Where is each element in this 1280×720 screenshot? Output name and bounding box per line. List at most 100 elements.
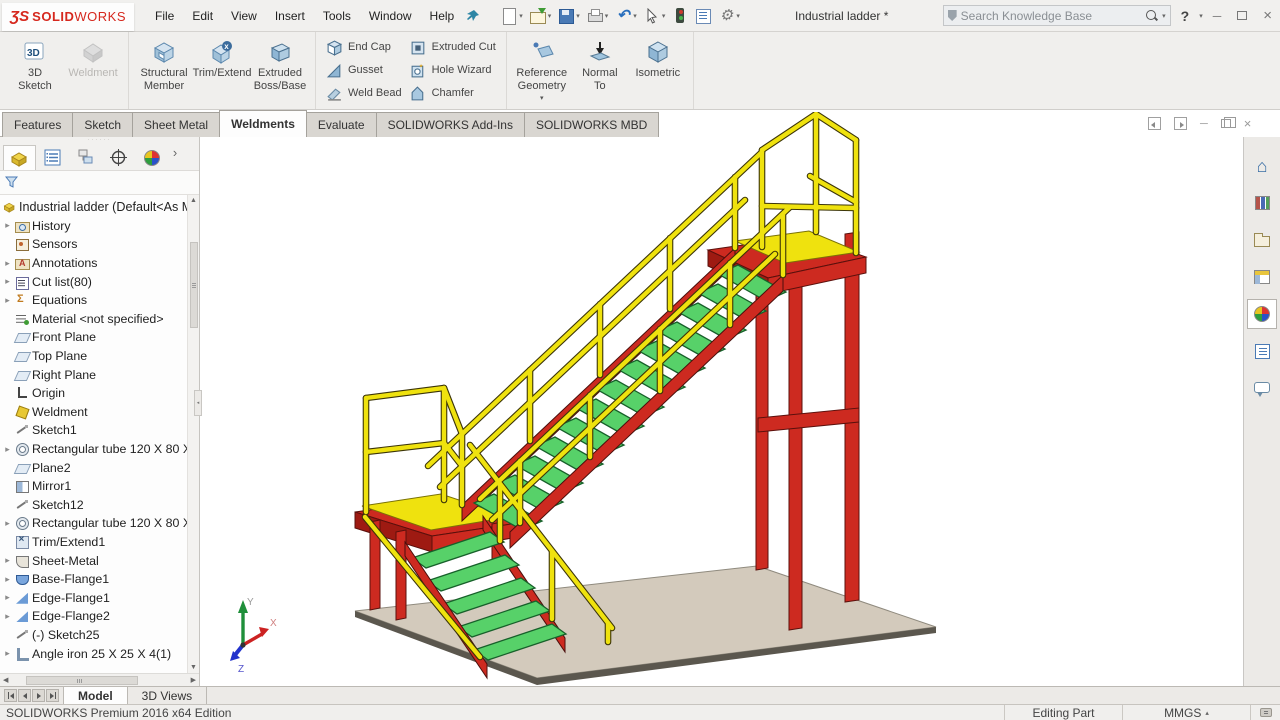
pin-menu-icon[interactable] xyxy=(465,8,481,24)
tree-item-sheet-metal[interactable]: ▸Sheet-Metal xyxy=(0,551,187,570)
tree-item-right-plane[interactable]: Right Plane xyxy=(0,365,187,384)
tree-item-equations[interactable]: ▸Equations xyxy=(0,291,187,310)
menu-window[interactable]: Window xyxy=(360,4,421,28)
last-tab-button[interactable] xyxy=(46,689,59,702)
tree-filter-row[interactable] xyxy=(0,171,199,195)
scroll-left-icon[interactable]: ◀ xyxy=(3,676,8,684)
scroll-down-icon[interactable]: ▼ xyxy=(190,664,197,671)
reference-geometry-caret-icon[interactable]: ▾ xyxy=(540,94,544,102)
new-document-button[interactable]: ▾ xyxy=(499,7,525,25)
tree-horizontal-scrollbar[interactable]: ◀ ▶ xyxy=(0,673,199,686)
expand-arrow-icon[interactable]: ▸ xyxy=(3,276,12,287)
tab-solidworks-add-ins[interactable]: SOLIDWORKS Add-Ins xyxy=(376,112,525,137)
tree-item-top-plane[interactable]: Top Plane xyxy=(0,347,187,366)
tab-solidworks-mbd[interactable]: SOLIDWORKS MBD xyxy=(524,112,659,137)
tree-item-origin[interactable]: Origin xyxy=(0,384,187,403)
tree-item-cut-list[interactable]: ▸Cut list(80) xyxy=(0,272,187,291)
quick-tips-cell[interactable] xyxy=(1250,705,1280,720)
model-tab[interactable]: Model xyxy=(63,687,128,704)
isometric-button[interactable]: Isometric xyxy=(629,36,687,80)
options-button[interactable]: ⚙▾ xyxy=(716,7,742,25)
tree-item-front-plane[interactable]: Front Plane xyxy=(0,328,187,347)
tree-item-base-flange1[interactable]: ▸Base-Flange1 xyxy=(0,570,187,589)
tree-item-trim-extend1[interactable]: Trim/Extend1 xyxy=(0,533,187,552)
tree-item-weldment[interactable]: Weldment xyxy=(0,403,187,422)
menu-edit[interactable]: Edit xyxy=(183,4,222,28)
menu-tools[interactable]: Tools xyxy=(314,4,360,28)
next-tab-button[interactable] xyxy=(32,689,45,702)
propertymanager-tab[interactable] xyxy=(36,145,69,170)
hole-wizard-button[interactable]: * Hole Wizard xyxy=(410,60,496,80)
reference-geometry-button[interactable]: ReferenceGeometry ▾ xyxy=(513,36,571,102)
tab-weldments[interactable]: Weldments xyxy=(219,110,307,137)
view-settings-button[interactable] xyxy=(693,7,713,25)
restore-button[interactable] xyxy=(1237,11,1247,20)
normal-to-button[interactable]: NormalTo xyxy=(571,36,629,93)
close-button[interactable]: × xyxy=(1263,7,1272,24)
trim-extend-button[interactable]: x Trim/Extend xyxy=(193,36,251,80)
weld-bead-button[interactable]: Weld Bead xyxy=(326,83,402,103)
collapse-pane-right-icon[interactable] xyxy=(1174,117,1187,130)
menu-help[interactable]: Help xyxy=(421,4,464,28)
tab-features[interactable]: Features xyxy=(2,112,73,137)
scroll-up-icon[interactable]: ▲ xyxy=(190,197,197,204)
tree-item-plane2[interactable]: Plane2 xyxy=(0,458,187,477)
chamfer-button[interactable]: Chamfer xyxy=(410,83,496,103)
doc-restore-icon[interactable] xyxy=(1221,119,1231,128)
home-button[interactable]: ⌂ xyxy=(1247,151,1277,181)
print-button[interactable]: ▾ xyxy=(585,7,611,25)
expand-arrow-icon[interactable]: ▸ xyxy=(3,295,12,306)
custom-properties-button[interactable] xyxy=(1247,336,1277,366)
knowledge-search[interactable]: Search Knowledge Base ▾ xyxy=(943,5,1171,26)
scroll-right-icon[interactable]: ▶ xyxy=(191,676,196,684)
minimize-button[interactable]: ─ xyxy=(1213,9,1222,23)
rebuild-button[interactable] xyxy=(670,7,690,25)
tree-item-annotations[interactable]: ▸Annotations xyxy=(0,254,187,273)
first-tab-button[interactable] xyxy=(4,689,17,702)
menu-view[interactable]: View xyxy=(222,4,266,28)
expand-arrow-icon[interactable]: ▸ xyxy=(3,518,12,529)
tree-item-angle-iron[interactable]: ▸Angle iron 25 X 25 X 4(1) xyxy=(0,644,187,663)
dimxpertmanager-tab[interactable] xyxy=(102,145,135,170)
panel-grip[interactable]: ······ xyxy=(0,137,199,145)
tree-root[interactable]: Industrial ladder (Default<As Ma xyxy=(0,198,187,217)
doc-close-icon[interactable]: × xyxy=(1244,116,1252,131)
gusset-button[interactable]: Gusset xyxy=(326,60,402,80)
expand-arrow-icon[interactable]: ▸ xyxy=(3,648,12,659)
model-viewport[interactable]: Y X Z xyxy=(200,112,1243,686)
tab-sketch[interactable]: Sketch xyxy=(72,112,133,137)
menu-file[interactable]: File xyxy=(146,4,183,28)
doc-minimize-icon[interactable]: ─ xyxy=(1200,118,1208,130)
tree-item-mirror1[interactable]: Mirror1 xyxy=(0,477,187,496)
3d-views-tab[interactable]: 3D Views xyxy=(128,687,207,704)
configurationmanager-tab[interactable] xyxy=(69,145,102,170)
3d-sketch-button[interactable]: 3D 3DSketch xyxy=(6,36,64,93)
appearances-button[interactable] xyxy=(1247,299,1277,329)
expand-arrow-icon[interactable]: ▸ xyxy=(3,258,12,269)
prev-tab-button[interactable] xyxy=(18,689,31,702)
tree-item-history[interactable]: ▸History xyxy=(0,217,187,236)
tree-item-edge-flange2[interactable]: ▸Edge-Flange2 xyxy=(0,607,187,626)
horizontal-scroll-thumb[interactable] xyxy=(26,676,138,685)
expand-arrow-icon[interactable]: ▸ xyxy=(3,592,12,603)
search-icon[interactable] xyxy=(1145,9,1158,22)
help-button[interactable]: ? xyxy=(1181,8,1190,24)
tab-evaluate[interactable]: Evaluate xyxy=(306,112,377,137)
view-palette-button[interactable] xyxy=(1247,262,1277,292)
expand-arrow-icon[interactable]: ▸ xyxy=(3,574,12,585)
expand-arrow-icon[interactable]: ▸ xyxy=(3,555,12,566)
open-button[interactable]: ▾ xyxy=(528,7,554,25)
tree-item-edge-flange1[interactable]: ▸Edge-Flange1 xyxy=(0,588,187,607)
expand-arrow-icon[interactable]: ▸ xyxy=(3,611,12,622)
tree-vertical-scrollbar[interactable]: ▲ ▼ xyxy=(187,195,199,673)
help-caret-icon[interactable]: ▾ xyxy=(1199,12,1203,20)
expand-arrow-icon[interactable]: ▸ xyxy=(3,220,12,231)
tree-item-rect-tube-2[interactable]: ▸Rectangular tube 120 X 80 X xyxy=(0,514,187,533)
panel-tabs-overflow-icon[interactable]: › xyxy=(168,145,182,170)
units-selector[interactable]: MMGS▴ xyxy=(1122,705,1250,720)
extruded-boss-base-button[interactable]: ExtrudedBoss/Base xyxy=(251,36,309,93)
tree-item-sketch1[interactable]: Sketch1 xyxy=(0,421,187,440)
undo-button[interactable]: ↶▾ xyxy=(613,7,639,25)
menu-insert[interactable]: Insert xyxy=(266,4,314,28)
tree-item-rect-tube-1[interactable]: ▸Rectangular tube 120 X 80 X xyxy=(0,440,187,459)
